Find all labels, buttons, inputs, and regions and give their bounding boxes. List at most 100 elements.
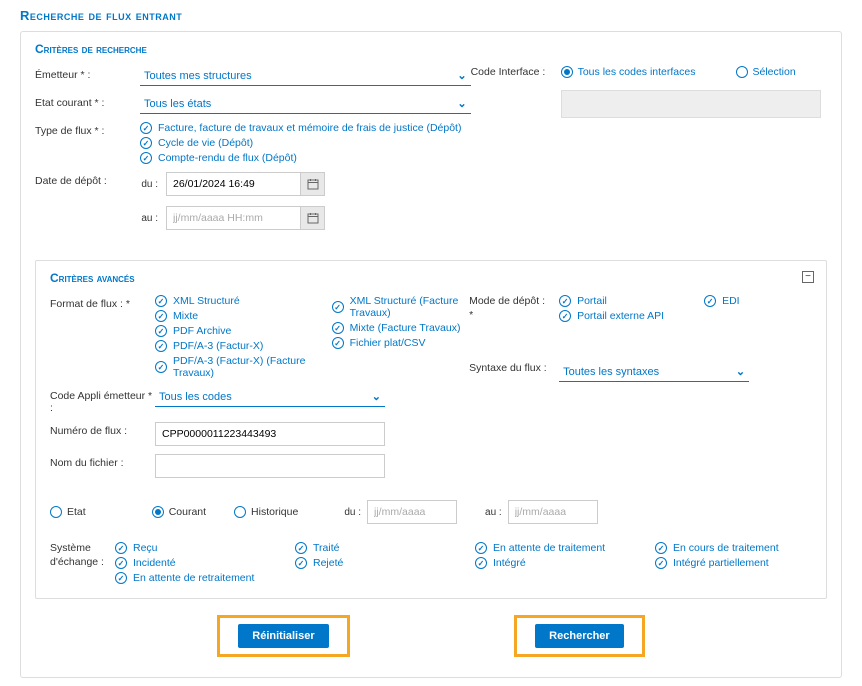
- reset-button-highlight: Réinitialiser: [217, 615, 349, 657]
- collapse-icon[interactable]: −: [802, 271, 814, 283]
- systeme-option[interactable]: Reçu: [115, 542, 255, 554]
- calendar-icon: [307, 178, 319, 190]
- check-icon: [140, 152, 152, 164]
- state-label: Etat courant * :: [35, 94, 140, 109]
- format-option[interactable]: PDF Archive: [155, 325, 312, 337]
- systeme-option[interactable]: Intégré: [475, 557, 615, 569]
- format-option[interactable]: Fichier plat/CSV: [332, 337, 469, 349]
- date-from-label: du :: [140, 179, 158, 190]
- check-icon: [155, 361, 167, 373]
- advanced-section-title: Critères avancés: [50, 271, 812, 285]
- nom-fichier-label: Nom du fichier :: [50, 454, 155, 469]
- syntax-label: Syntaxe du flux :: [469, 362, 549, 376]
- systeme-option[interactable]: En attente de traitement: [475, 542, 615, 554]
- calendar-button[interactable]: [301, 206, 325, 230]
- format-option[interactable]: Mixte: [155, 310, 312, 322]
- systeme-option[interactable]: Traité: [295, 542, 435, 554]
- date-to-input[interactable]: [166, 206, 301, 230]
- etat-au-label: au :: [485, 507, 502, 518]
- chevron-down-icon: ⌄: [457, 97, 466, 110]
- code-appli-label: Code Appli émetteur * :: [50, 387, 155, 414]
- code-interface-all-radio[interactable]: Tous les codes interfaces: [561, 66, 696, 78]
- systeme-option[interactable]: Intégré partiellement: [655, 557, 795, 569]
- format-option[interactable]: XML Structuré: [155, 295, 312, 307]
- search-button[interactable]: Rechercher: [535, 624, 624, 648]
- flowtype-label: Type de flux * :: [35, 122, 140, 137]
- systeme-option[interactable]: Rejeté: [295, 557, 435, 569]
- advanced-panel: − Critères avancés Format de flux : * XM…: [35, 260, 827, 599]
- check-icon: [559, 295, 571, 307]
- date-from-input[interactable]: [166, 172, 301, 196]
- check-icon: [140, 122, 152, 134]
- state-value: Tous les états: [144, 98, 211, 110]
- reset-button[interactable]: Réinitialiser: [238, 624, 328, 648]
- format-option[interactable]: PDF/A-3 (Factur-X) (Facture Travaux): [155, 355, 312, 379]
- state-dropdown[interactable]: Tous les états ⌄: [140, 94, 471, 114]
- calendar-icon: [307, 212, 319, 224]
- emitter-dropdown[interactable]: Toutes mes structures ⌄: [140, 66, 471, 86]
- code-interface-selection-radio[interactable]: Sélection: [736, 66, 796, 78]
- chevron-down-icon: ⌄: [736, 365, 745, 378]
- mode-depot-option[interactable]: EDI: [704, 295, 740, 307]
- nom-fichier-input[interactable]: [155, 454, 385, 478]
- check-icon: [155, 340, 167, 352]
- radio-icon: [50, 506, 62, 518]
- check-icon: [115, 557, 127, 569]
- flowtype-option[interactable]: Cycle de vie (Dépôt): [140, 137, 471, 149]
- check-icon: [155, 310, 167, 322]
- systeme-label: Système d'échange :: [50, 542, 115, 569]
- flowtype-option[interactable]: Facture, facture de travaux et mémoire d…: [140, 122, 471, 134]
- date-to-label: au :: [140, 213, 158, 224]
- check-icon: [475, 557, 487, 569]
- mode-depot-option[interactable]: Portail externe API: [559, 310, 664, 322]
- etat-courant-radio[interactable]: Courant: [152, 506, 206, 518]
- check-icon: [155, 295, 167, 307]
- deposit-date-label: Date de dépôt :: [35, 172, 140, 187]
- format-option[interactable]: XML Structuré (Facture Travaux): [332, 295, 469, 319]
- check-icon: [332, 337, 344, 349]
- check-icon: [559, 310, 571, 322]
- format-option[interactable]: PDF/A-3 (Factur-X): [155, 340, 312, 352]
- radio-icon: [152, 506, 164, 518]
- mode-depot-label: Mode de dépôt : *: [469, 295, 549, 322]
- format-label: Format de flux : *: [50, 295, 155, 310]
- systeme-option[interactable]: En attente de retraitement: [115, 572, 255, 584]
- syntax-value: Toutes les syntaxes: [563, 366, 659, 378]
- numero-label: Numéro de flux :: [50, 422, 155, 437]
- emitter-label: Émetteur * :: [35, 66, 140, 81]
- check-icon: [140, 137, 152, 149]
- calendar-button[interactable]: [301, 172, 325, 196]
- code-interface-disabled-box: [561, 90, 821, 118]
- chevron-down-icon: ⌄: [457, 69, 466, 82]
- etat-au-input[interactable]: [508, 500, 598, 524]
- check-icon: [475, 542, 487, 554]
- search-button-highlight: Rechercher: [514, 615, 645, 657]
- check-icon: [704, 295, 716, 307]
- mode-depot-option[interactable]: Portail: [559, 295, 664, 307]
- code-appli-dropdown[interactable]: Tous les codes ⌄: [155, 387, 385, 407]
- flowtype-option[interactable]: Compte-rendu de flux (Dépôt): [140, 152, 471, 164]
- format-option[interactable]: Mixte (Facture Travaux): [332, 322, 469, 334]
- code-interface-label: Code Interface :: [471, 66, 551, 80]
- check-icon: [655, 557, 667, 569]
- systeme-option[interactable]: Incidenté: [115, 557, 255, 569]
- etat-radio[interactable]: Etat: [50, 506, 86, 518]
- radio-icon: [234, 506, 246, 518]
- check-icon: [115, 572, 127, 584]
- chevron-down-icon: ⌄: [372, 390, 381, 403]
- check-icon: [332, 301, 344, 313]
- etat-du-label: du :: [344, 507, 361, 518]
- check-icon: [295, 542, 307, 554]
- systeme-option[interactable]: En cours de traitement: [655, 542, 795, 554]
- check-icon: [155, 325, 167, 337]
- syntax-dropdown[interactable]: Toutes les syntaxes ⌄: [559, 362, 749, 382]
- code-appli-value: Tous les codes: [159, 391, 232, 403]
- etat-historique-radio[interactable]: Historique: [234, 506, 298, 518]
- radio-icon: [561, 66, 573, 78]
- radio-icon: [736, 66, 748, 78]
- check-icon: [115, 542, 127, 554]
- etat-du-input[interactable]: [367, 500, 457, 524]
- page-title: Recherche de flux entrant: [20, 8, 842, 23]
- numero-input[interactable]: [155, 422, 385, 446]
- check-icon: [655, 542, 667, 554]
